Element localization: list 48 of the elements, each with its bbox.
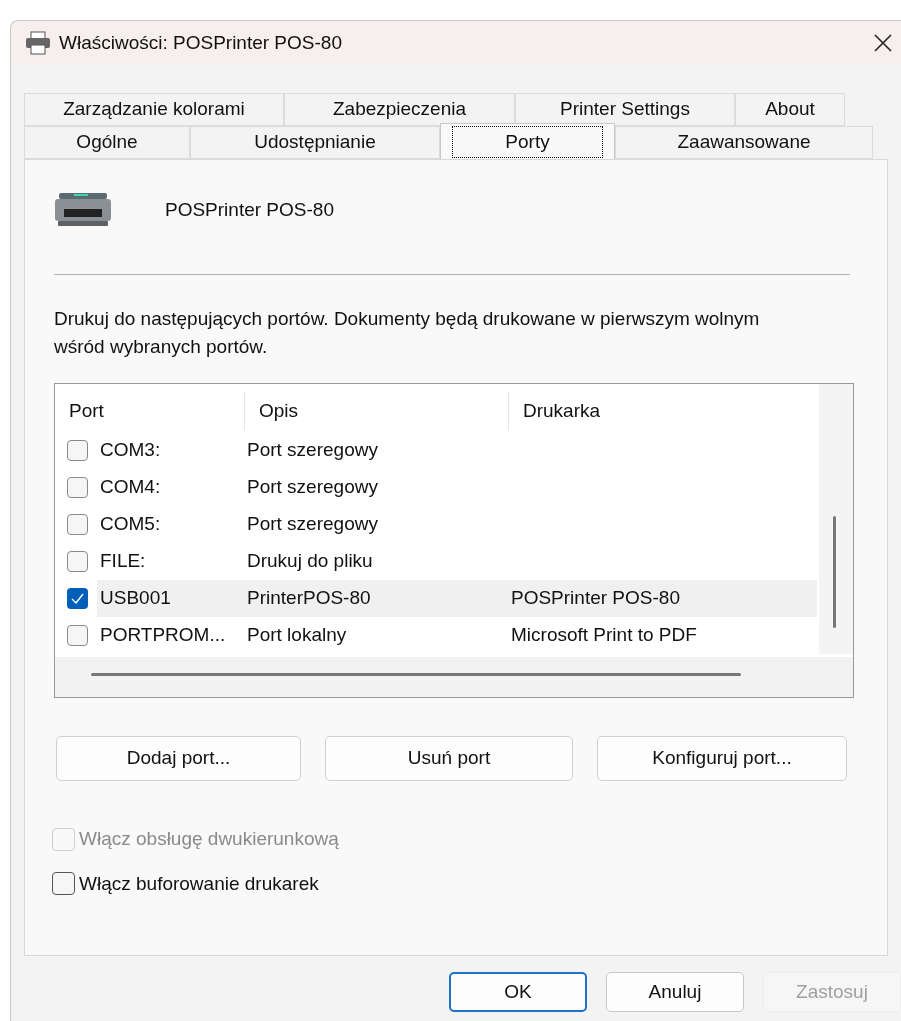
table-cell: COM4: xyxy=(100,476,161,498)
table-cell: PORTPROM... xyxy=(100,624,226,646)
tab[interactable]: Udostępnianie xyxy=(190,126,440,159)
table-cell: PrinterPOS-80 xyxy=(247,587,371,609)
port-button[interactable]: Usuń port xyxy=(325,736,573,781)
port-button[interactable]: Dodaj port... xyxy=(56,736,301,781)
checkbox[interactable] xyxy=(67,440,88,461)
check-icon xyxy=(71,593,84,604)
tab[interactable]: Printer Settings xyxy=(515,93,735,126)
tab[interactable]: Porty xyxy=(440,123,615,159)
close-icon[interactable] xyxy=(873,33,893,53)
tab[interactable]: Zarządzanie kolorami xyxy=(24,93,284,126)
checkbox-label: Włącz buforowanie drukarek xyxy=(79,871,319,896)
checkbox[interactable] xyxy=(67,477,88,498)
printer-icon xyxy=(25,31,51,55)
checkbox-label: Włącz obsługę dwukierunkową xyxy=(79,827,339,851)
vertical-scrollbar[interactable] xyxy=(819,384,853,654)
dialog-button[interactable]: OK xyxy=(449,972,587,1012)
checkbox[interactable] xyxy=(52,872,75,896)
column-header[interactable]: Opis xyxy=(245,392,509,430)
table-cell: Port szeregowy xyxy=(247,513,378,535)
dialog-button[interactable]: Anuluj xyxy=(606,972,744,1012)
table-cell: FILE: xyxy=(100,550,146,572)
tab[interactable]: About xyxy=(735,93,845,126)
port-button[interactable]: Konfiguruj port... xyxy=(597,736,847,781)
table-cell: COM3: xyxy=(100,439,161,461)
printer-icon xyxy=(54,192,112,228)
table-cell: Drukuj do pliku xyxy=(247,550,373,572)
column-header[interactable]: Port xyxy=(55,392,245,430)
checkbox[interactable] xyxy=(67,588,88,609)
column-header[interactable]: Drukarka xyxy=(509,392,809,430)
checkbox[interactable] xyxy=(67,514,88,535)
description-text: Drukuj do następujących portów. Dokumenty będą drukowane w pierwszym wolnym wśród wybranych portów. xyxy=(54,307,761,359)
table-cell: Port szeregowy xyxy=(247,439,378,461)
window-title: Właściwości: POSPrinter POS-80 xyxy=(59,30,342,55)
tab[interactable]: Zabezpieczenia xyxy=(284,93,515,126)
checkbox[interactable] xyxy=(67,551,88,572)
table-cell: Port szeregowy xyxy=(247,476,378,498)
table-cell: Port lokalny xyxy=(247,624,347,646)
table-cell: POSPrinter POS-80 xyxy=(511,587,680,609)
table-cell: USB001 xyxy=(100,587,171,609)
tab[interactable]: Zaawansowane xyxy=(615,126,873,159)
tab[interactable]: Ogólne xyxy=(24,126,190,159)
table-cell: COM5: xyxy=(100,513,161,535)
printer-name: POSPrinter POS-80 xyxy=(165,197,334,222)
table-cell: Microsoft Print to PDF xyxy=(511,624,697,646)
horizontal-scrollbar[interactable] xyxy=(55,657,853,697)
checkbox[interactable] xyxy=(67,625,88,646)
